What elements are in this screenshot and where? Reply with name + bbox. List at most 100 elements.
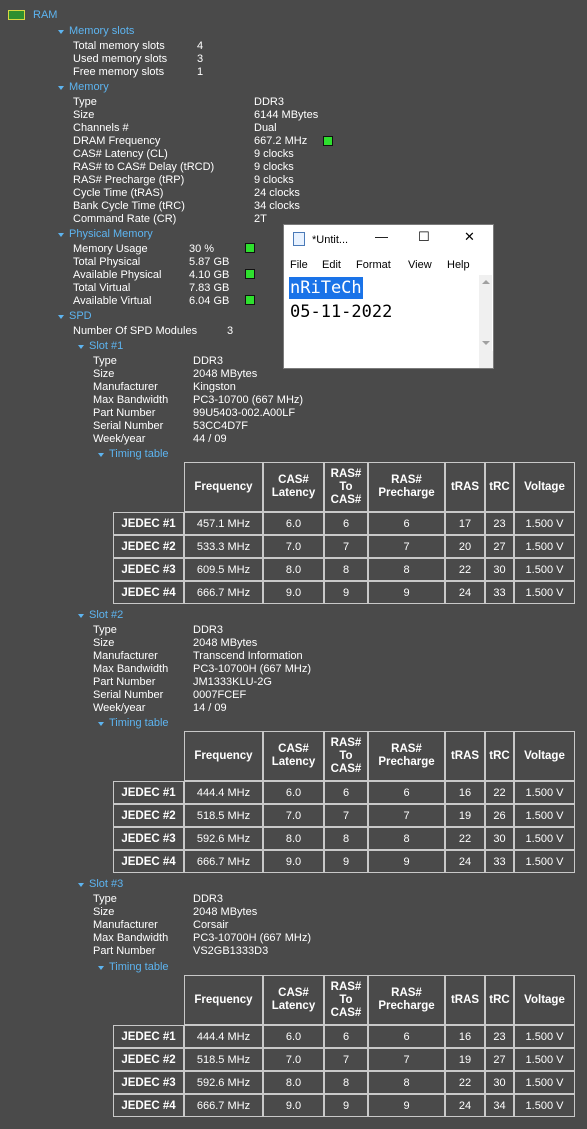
table-cell: 6.0 [263,1025,324,1048]
chevron-down-icon[interactable] [58,315,64,319]
physical-label: Available Virtual [73,295,152,307]
close-button[interactable]: ✕ [464,229,475,245]
physical-label: Total Physical [73,256,141,268]
table-cell: 457.1 MHz [184,512,263,535]
memory-header[interactable]: Memory [69,81,109,94]
memory-slots-header[interactable]: Memory slots [69,25,134,38]
table-row: JEDEC #4 666.7 MHz 9.0 9 9 24 33 1.500 V [113,850,575,873]
table-cell: 1.500 V [514,850,575,873]
detail-value: 2048 MBytes [193,637,258,649]
status-indicator-icon [245,243,255,253]
column-header: CAS# Latency [263,975,324,1025]
table-row: JEDEC #1 444.4 MHz 6.0 6 6 16 22 1.500 V [113,781,575,804]
memory-value: Dual [254,122,277,134]
chevron-down-icon[interactable] [58,233,64,237]
table-cell: 533.3 MHz [184,535,263,558]
table-cell: 8 [324,1071,368,1094]
chevron-down-icon[interactable] [98,722,104,726]
detail-label: Type [93,355,117,367]
chevron-down-icon[interactable] [98,453,104,457]
detail-value: 14 / 09 [193,702,227,714]
column-header: RAS# To CAS# [324,975,368,1025]
table-cell: 8 [368,558,445,581]
timing-table-header[interactable]: Timing table [109,448,169,461]
notepad-text-selected[interactable]: nRiTeCh [289,277,363,299]
detail-value: DDR3 [193,624,223,636]
ram-title[interactable]: RAM [33,9,57,22]
notepad-window[interactable]: *Untit... — ☐ ✕ File Edit Format View He… [283,224,494,369]
notepad-title: *Untit... [312,234,349,246]
table-cell: 7.0 [263,1048,324,1071]
physical-memory-header[interactable]: Physical Memory [69,228,153,241]
table-cell: 22 [445,558,485,581]
menu-format[interactable]: Format [356,259,391,271]
maximize-button[interactable]: ☐ [418,229,430,245]
timing-table-header[interactable]: Timing table [109,717,169,730]
slot-label: Free memory slots [73,66,165,78]
chevron-down-icon[interactable] [78,614,84,618]
table-cell: 8.0 [263,827,324,850]
row-label: JEDEC #4 [113,850,184,873]
table-cell: 8 [368,1071,445,1094]
chevron-down-icon[interactable] [78,345,84,349]
table-cell: 19 [445,804,485,827]
row-label: JEDEC #3 [113,558,184,581]
table-row: JEDEC #3 609.5 MHz 8.0 8 8 22 30 1.500 V [113,558,575,581]
table-cell: 19 [445,1048,485,1071]
chevron-down-icon[interactable] [78,883,84,887]
menu-help[interactable]: Help [447,259,470,271]
table-cell: 6.0 [263,512,324,535]
detail-label: Size [93,637,115,649]
memory-label: Cycle Time (tRAS) [73,187,164,199]
menu-edit[interactable]: Edit [322,259,341,271]
notepad-icon [293,232,305,246]
chevron-down-icon[interactable] [58,86,64,90]
slot-label: Total memory slots [73,40,165,52]
table-cell: 1.500 V [514,827,575,850]
physical-value: 30 % [189,243,215,255]
table-cell: 6 [368,781,445,804]
scroll-up-icon[interactable] [482,280,490,284]
resize-grip[interactable] [479,351,493,368]
menu-file[interactable]: File [290,259,308,271]
spd-header[interactable]: SPD [69,310,92,323]
scroll-down-icon[interactable] [482,341,490,345]
menu-view[interactable]: View [408,259,432,271]
table-cell: 33 [485,581,514,604]
table-cell: 8 [368,827,445,850]
minimize-button[interactable]: — [375,229,388,244]
detail-label: Serial Number [93,420,164,432]
table-cell: 592.6 MHz [184,827,263,850]
table-cell: 24 [445,850,485,873]
table-cell: 9.0 [263,850,324,873]
timing-table-header[interactable]: Timing table [109,961,169,974]
ram-icon [8,10,25,20]
status-indicator-icon [245,269,255,279]
memory-value: 9 clocks [254,161,294,173]
detail-value: Transcend Information [193,650,303,662]
row-label: JEDEC #1 [113,781,184,804]
table-cell: 27 [485,535,514,558]
slot-2-header[interactable]: Slot #2 [89,609,123,622]
row-label: JEDEC #3 [113,1071,184,1094]
memory-label: Bank Cycle Time (tRC) [73,200,185,212]
vertical-scrollbar[interactable] [479,275,492,351]
table-cell: 30 [485,558,514,581]
column-header: RAS# Precharge [368,975,445,1025]
row-label: JEDEC #4 [113,1094,184,1117]
slot-1-header[interactable]: Slot #1 [89,340,123,353]
table-cell: 8 [324,558,368,581]
column-header: Frequency [184,975,263,1025]
slot-3-header[interactable]: Slot #3 [89,878,123,891]
table-cell: 30 [485,1071,514,1094]
column-header: Voltage [514,975,575,1025]
chevron-down-icon[interactable] [58,30,64,34]
detail-label: Manufacturer [93,381,158,393]
memory-label: RAS# to CAS# Delay (tRCD) [73,161,215,173]
table-cell: 1.500 V [514,781,575,804]
chevron-down-icon[interactable] [98,966,104,970]
table-row: JEDEC #3 592.6 MHz 8.0 8 8 22 30 1.500 V [113,827,575,850]
notepad-text-line[interactable]: 05-11-2022 [290,301,392,323]
row-label: JEDEC #1 [113,512,184,535]
table-row: JEDEC #4 666.7 MHz 9.0 9 9 24 33 1.500 V [113,581,575,604]
